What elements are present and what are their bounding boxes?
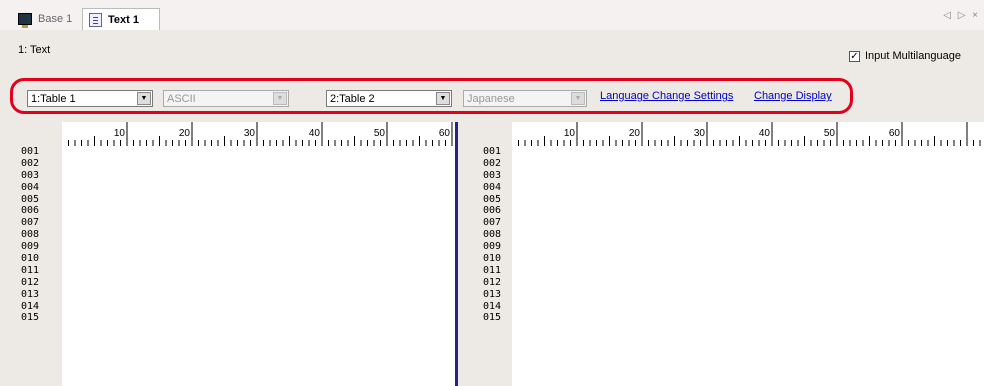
multilanguage-label: Input Multilanguage — [865, 50, 962, 62]
left-encoding-select: ASCII ▼ — [163, 90, 289, 107]
line-number: 005 — [21, 193, 40, 205]
tab-label: Base 1 — [38, 13, 73, 25]
line-number: 007 — [483, 217, 502, 229]
line-number: 015 — [483, 312, 502, 324]
ruler-label: 20 — [629, 128, 641, 139]
chevron-down-icon[interactable]: ▼ — [436, 92, 450, 105]
input-multilanguage-checkbox[interactable]: ✓ Input Multilanguage — [849, 50, 961, 62]
ruler-label: 40 — [759, 128, 771, 139]
line-number: 007 — [21, 217, 40, 229]
ruler-label: 20 — [179, 128, 191, 139]
ruler-label: 60 — [439, 128, 451, 139]
left-text-editor[interactable] — [62, 146, 455, 386]
line-number: 006 — [21, 205, 40, 217]
right-text-editor[interactable] — [512, 146, 984, 386]
text-icon — [89, 12, 102, 27]
tab-label: Text 1 — [108, 13, 139, 26]
checkbox-checked-icon[interactable]: ✓ — [849, 50, 860, 62]
line-number: 001 — [21, 146, 40, 157]
change-display-link[interactable]: Change Display — [754, 90, 832, 102]
line-number: 014 — [483, 300, 502, 312]
line-number: 006 — [483, 205, 502, 217]
line-number: 011 — [483, 264, 502, 276]
line-number: 011 — [21, 264, 40, 276]
line-number: 009 — [21, 241, 40, 253]
chevron-down-icon: ▼ — [273, 92, 287, 105]
line-number: 009 — [483, 241, 502, 253]
line-number: 008 — [21, 229, 40, 241]
left-ruler: 10 20 30 40 50 60 — [62, 122, 455, 146]
line-number: 012 — [483, 276, 502, 288]
section-title: 1: Text — [18, 44, 51, 56]
line-number: 013 — [21, 288, 40, 300]
right-table-value: 2:Table 2 — [330, 92, 375, 105]
pane-splitter[interactable] — [455, 122, 458, 386]
tab-text-1[interactable]: Text 1 — [82, 8, 160, 30]
ruler-label: 60 — [889, 128, 901, 139]
line-number: 010 — [483, 253, 502, 265]
left-encoding-value: ASCII — [167, 92, 196, 105]
ruler-label: 10 — [114, 128, 126, 139]
ruler-label: 50 — [824, 128, 836, 139]
ruler-label: 30 — [694, 128, 706, 139]
line-number: 001 — [483, 146, 502, 157]
right-ruler: 10 20 30 40 50 60 — [512, 122, 984, 146]
line-number: 004 — [21, 181, 40, 193]
line-number: 013 — [483, 288, 502, 300]
line-number: 002 — [21, 157, 40, 169]
tab-base-1[interactable]: Base 1 — [12, 8, 80, 30]
line-number: 014 — [21, 300, 40, 312]
line-number: 002 — [483, 157, 502, 169]
monitor-icon — [18, 13, 32, 28]
line-number: 015 — [21, 312, 40, 324]
line-number: 003 — [483, 169, 502, 181]
tab-bar: Base 1 Text 1 ◁ ▷ × — [0, 0, 984, 30]
tab-scroll-controls[interactable]: ◁ ▷ × — [943, 10, 980, 21]
ruler-label: 50 — [374, 128, 386, 139]
left-line-numbers: 001 002 003 004 005 006 007 008 009 010 011 012 013 0… — [0, 146, 50, 386]
right-encoding-select: Japanese ▼ — [463, 90, 587, 107]
line-number: 010 — [21, 253, 40, 265]
line-number: 004 — [483, 181, 502, 193]
line-number: 003 — [21, 169, 40, 181]
right-table-select[interactable]: 2:Table 2 ▼ — [326, 90, 452, 107]
right-encoding-value: Japanese — [467, 92, 515, 105]
language-change-settings-link[interactable]: Language Change Settings — [600, 90, 733, 102]
ruler-label: 30 — [244, 128, 256, 139]
chevron-down-icon[interactable]: ▼ — [137, 92, 151, 105]
right-line-numbers: 001 002 003 004 005 006 007 008 009 010 011 012 013 0… — [462, 146, 512, 386]
left-table-select[interactable]: 1:Table 1 ▼ — [27, 90, 153, 107]
ruler-label: 40 — [309, 128, 321, 139]
left-table-value: 1:Table 1 — [31, 92, 76, 105]
ruler-label: 10 — [564, 128, 576, 139]
chevron-down-icon: ▼ — [571, 92, 585, 105]
line-number: 005 — [483, 193, 502, 205]
line-number: 012 — [21, 276, 40, 288]
line-number: 008 — [483, 229, 502, 241]
